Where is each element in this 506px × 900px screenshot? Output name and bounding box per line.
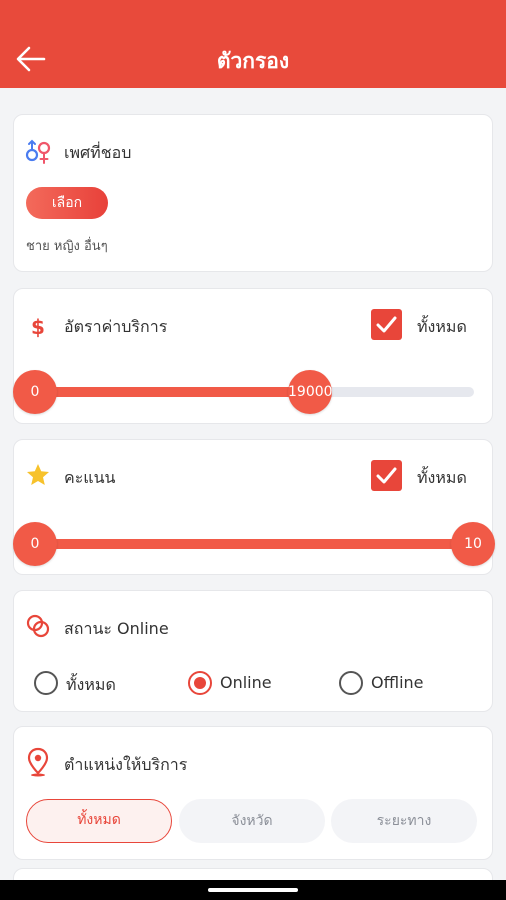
status-radio-all[interactable] xyxy=(34,671,58,695)
star-icon xyxy=(27,464,49,485)
price-slider-max-knob[interactable]: 19000 xyxy=(288,370,333,414)
online-status-card: สถานะ Online ทั้งหมด Online Offline xyxy=(13,590,493,712)
rating-card: คะแนน ทั้งหมด 0 10 xyxy=(13,439,495,575)
status-radio-offline-label: Offline xyxy=(371,673,424,692)
dollar-icon: $ xyxy=(31,315,45,339)
gender-title: เพศที่ชอบ xyxy=(64,143,132,162)
status-radio-online-label: Online xyxy=(220,673,272,692)
price-slider-fill xyxy=(22,387,307,397)
location-card: ตำแหน่งให้บริการ ทั้งหมด จังหวัด ระยะทาง xyxy=(13,726,493,860)
rating-slider-min-knob[interactable]: 0 xyxy=(13,522,57,566)
selected-gender-text: ชาย หญิง อื่นๆ xyxy=(26,239,108,254)
price-all-label: ทั้งหมด xyxy=(417,317,467,336)
home-handle[interactable] xyxy=(208,888,298,892)
location-segment-all[interactable]: ทั้งหมด xyxy=(26,799,172,843)
status-radio-all-label: ทั้งหมด xyxy=(66,675,116,694)
svg-text:$: $ xyxy=(31,315,45,339)
status-radio-offline[interactable] xyxy=(339,671,363,695)
rating-all-checkbox[interactable] xyxy=(371,460,402,491)
gender-card: เพศที่ชอบ เลือก ชาย หญิง อื่นๆ xyxy=(13,114,493,272)
status-radio-online[interactable] xyxy=(188,671,212,695)
location-pin-icon xyxy=(27,747,49,777)
app-bar: ตัวกรอง xyxy=(0,0,506,88)
rating-slider-fill xyxy=(22,539,474,549)
price-title: อัตราค่าบริการ xyxy=(64,317,168,336)
rating-all-label: ทั้งหมด xyxy=(417,468,467,487)
gender-icon xyxy=(25,139,51,164)
location-segment-distance[interactable]: ระยะทาง xyxy=(331,799,477,843)
online-status-title: สถานะ Online xyxy=(64,619,169,638)
price-all-checkbox[interactable] xyxy=(371,309,402,340)
rating-slider-max-knob[interactable]: 10 xyxy=(451,522,495,566)
location-segment-province[interactable]: จังหวัด xyxy=(179,799,325,843)
checkmark-icon xyxy=(376,467,397,484)
price-card: $ อัตราค่าบริการ ทั้งหมด 0 19000 xyxy=(13,288,493,424)
page-title: ตัวกรอง xyxy=(216,49,290,73)
select-gender-button[interactable]: เลือก xyxy=(26,187,108,219)
checkmark-icon xyxy=(376,316,397,333)
location-title: ตำแหน่งให้บริการ xyxy=(64,755,188,774)
system-nav-bar xyxy=(0,880,506,900)
rating-title: คะแนน xyxy=(64,468,116,487)
online-status-icon xyxy=(26,614,50,638)
price-slider-min-knob[interactable]: 0 xyxy=(13,370,57,414)
